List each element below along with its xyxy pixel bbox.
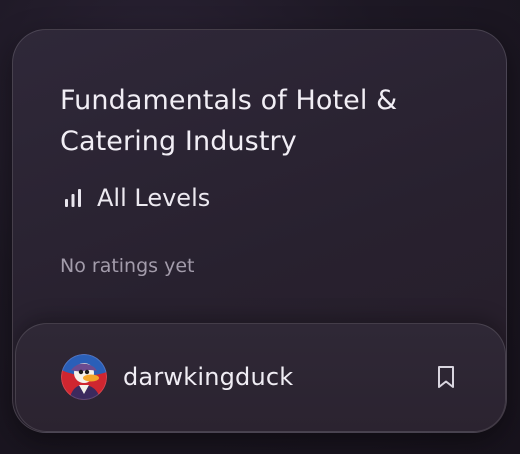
author-username[interactable]: darwkingduck <box>123 362 293 392</box>
course-card[interactable]: Fundamentals of Hotel & Catering Industr… <box>12 29 507 433</box>
course-level: All Levels <box>63 184 210 212</box>
bookmark-icon[interactable] <box>434 364 458 390</box>
bar-chart-icon <box>65 189 81 207</box>
level-label: All Levels <box>97 184 211 212</box>
course-title[interactable]: Fundamentals of Hotel & Catering Industr… <box>60 80 460 162</box>
author-footer: darwkingduck <box>15 323 506 432</box>
user-avatar[interactable] <box>61 354 107 400</box>
ratings-text: No ratings yet <box>60 255 195 277</box>
